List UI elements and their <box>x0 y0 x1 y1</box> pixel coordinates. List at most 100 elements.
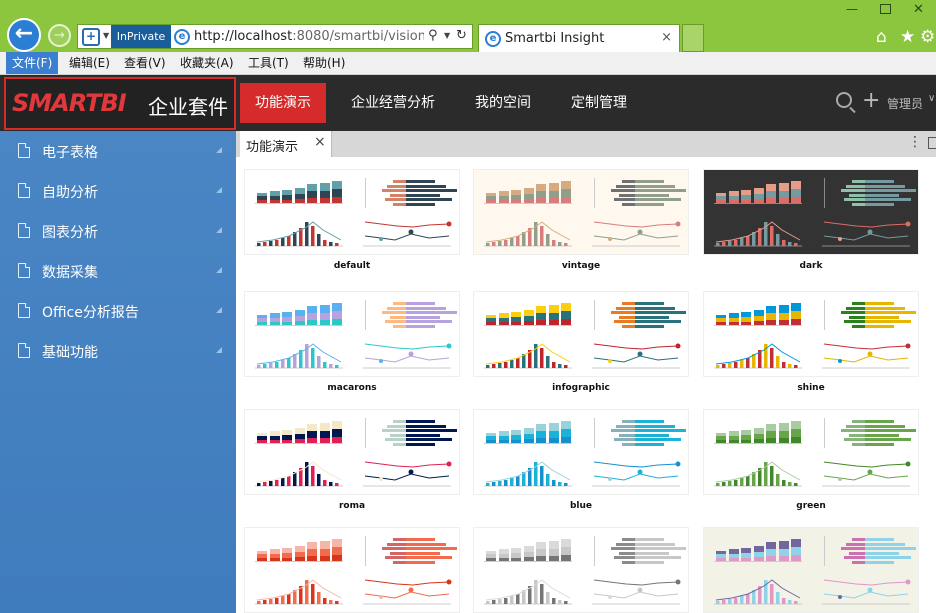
theme-preview[interactable] <box>244 409 460 495</box>
nav-business-analysis[interactable]: 企业经营分析 <box>340 75 446 131</box>
theme-preview[interactable] <box>244 169 460 255</box>
bar <box>406 433 441 437</box>
bar <box>319 183 330 191</box>
nav-custom-management[interactable]: 定制管理 <box>560 75 638 131</box>
bar <box>498 558 509 561</box>
expand-arrow-icon[interactable] <box>216 307 222 313</box>
line-chart <box>592 461 681 487</box>
nav-my-space[interactable]: 我的空间 <box>466 75 540 131</box>
bar <box>523 310 534 316</box>
stacked-bar-chart <box>255 180 343 204</box>
sidebar-item[interactable]: 基础功能 <box>0 331 236 371</box>
theme-preview[interactable] <box>703 409 919 495</box>
expand-arrow-icon[interactable] <box>216 227 222 233</box>
forward-button[interactable]: → <box>48 24 71 47</box>
theme-preview[interactable] <box>703 291 919 377</box>
bar <box>619 315 635 319</box>
search-icon[interactable] <box>836 92 852 108</box>
bar <box>753 428 764 434</box>
theme-preview[interactable] <box>473 409 689 495</box>
bar <box>734 598 738 604</box>
bar <box>486 200 496 203</box>
menu-tools[interactable]: 工具(T) <box>242 52 295 74</box>
theme-preview[interactable] <box>703 527 919 613</box>
bar <box>307 431 317 438</box>
maximize-icon[interactable] <box>880 4 891 14</box>
theme-preview[interactable] <box>244 291 460 377</box>
sidebar-item[interactable]: 电子表格 <box>0 131 236 171</box>
gear-icon[interactable]: ⚙ <box>920 27 935 47</box>
browser-tab[interactable]: e Smartbi Insight × <box>478 24 680 52</box>
bar <box>504 240 508 246</box>
bar <box>282 430 292 435</box>
bar <box>319 313 330 320</box>
bar <box>782 480 786 486</box>
address-bar[interactable]: + ▼ InPrivate e http://localhost:8080/sm… <box>77 24 473 49</box>
theme-preview[interactable] <box>703 169 919 255</box>
menu-edit[interactable]: 编辑(E) <box>63 52 116 74</box>
chevron-down-icon[interactable]: ▼ <box>444 31 450 40</box>
bar <box>865 306 905 310</box>
nav-demo[interactable]: 功能演示 <box>240 83 326 123</box>
theme-preview[interactable] <box>473 291 689 377</box>
bar <box>384 438 406 441</box>
theme-preview[interactable] <box>473 527 689 613</box>
bar <box>791 421 801 429</box>
menu-favorites[interactable]: 收藏夹(A) <box>174 52 240 74</box>
bar <box>728 554 739 558</box>
series-line <box>593 591 679 599</box>
panel-icon[interactable] <box>928 137 936 149</box>
minimize-icon[interactable]: — <box>846 2 858 16</box>
expand-arrow-icon[interactable] <box>216 147 222 153</box>
chevron-down-icon[interactable]: ▼ <box>103 31 109 40</box>
expand-arrow-icon[interactable] <box>216 187 222 193</box>
theme-preview[interactable] <box>244 527 460 613</box>
marker <box>608 595 612 599</box>
more-icon[interactable]: ⋮ <box>908 134 922 150</box>
bar <box>275 598 279 604</box>
url-text[interactable]: http://localhost:8080/smartbi/vision/inc <box>194 25 424 48</box>
bar <box>511 553 521 558</box>
bar <box>635 324 664 328</box>
series-line <box>364 579 450 586</box>
expand-arrow-icon[interactable] <box>216 267 222 273</box>
new-tab-button[interactable] <box>682 24 704 52</box>
star-icon[interactable]: ★ <box>900 27 915 47</box>
marker <box>408 469 414 475</box>
search-icon[interactable]: ⚲ <box>428 28 438 43</box>
bar <box>621 202 635 206</box>
bar <box>564 483 568 486</box>
theme-preview[interactable] <box>473 169 689 255</box>
sidebar-item[interactable]: 图表分析 <box>0 211 236 251</box>
bar <box>865 311 917 314</box>
sidebar-item[interactable]: 自助分析 <box>0 171 236 211</box>
bar <box>287 236 291 246</box>
bar <box>540 584 544 604</box>
refresh-icon[interactable]: ↻ <box>456 28 467 43</box>
plus-icon[interactable]: + <box>862 88 880 113</box>
close-icon[interactable]: ✕ <box>913 2 924 17</box>
sidebar-item[interactable]: 数据采集 <box>0 251 236 291</box>
bar <box>794 365 798 368</box>
bar <box>788 482 792 486</box>
add-favorite-icon[interactable]: + <box>82 28 100 46</box>
close-icon[interactable]: × <box>314 134 326 150</box>
sidebar-item[interactable]: Office分析报告 <box>0 291 236 331</box>
horizontal-bar-chart <box>594 300 687 330</box>
chevron-down-icon[interactable]: ∨ <box>928 93 935 104</box>
bar <box>498 322 509 325</box>
user-name[interactable]: 管理员 <box>887 95 923 112</box>
close-icon[interactable]: × <box>661 30 672 45</box>
tab-demo[interactable]: 功能演示 × <box>240 131 332 157</box>
bar <box>778 431 789 438</box>
menu-help[interactable]: 帮助(H) <box>297 52 351 74</box>
back-button[interactable]: ← <box>7 18 41 52</box>
bar <box>536 556 546 561</box>
menu-view[interactable]: 查看(V) <box>118 52 172 74</box>
horizontal-bar-chart <box>365 300 458 330</box>
bar <box>523 546 534 552</box>
expand-arrow-icon[interactable] <box>216 347 222 353</box>
home-icon[interactable]: ⌂ <box>876 27 887 47</box>
menu-file[interactable]: 文件(F) <box>6 52 59 74</box>
bar <box>332 319 342 325</box>
